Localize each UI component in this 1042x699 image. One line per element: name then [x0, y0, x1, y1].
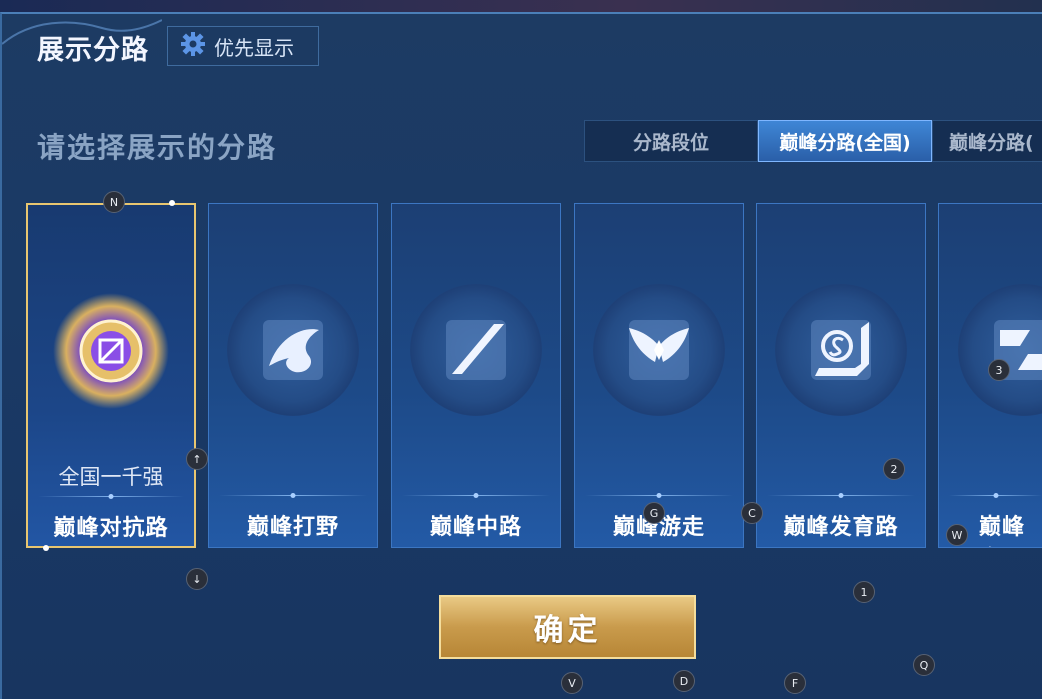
priority-display-button[interactable]: 优先显示	[167, 26, 319, 66]
hint-marker: ↓	[186, 568, 208, 590]
route-name: 巅峰打野	[246, 515, 339, 540]
gear-icon	[180, 31, 206, 61]
medal-emblem-icon	[45, 285, 177, 417]
route-card-farm-lane[interactable]: 巅峰发育路	[756, 203, 926, 548]
hint-marker: Q	[913, 654, 935, 676]
priority-display-label: 优先显示	[214, 35, 294, 60]
route-name: 巅峰中路	[429, 515, 522, 540]
route-card-mid-lane[interactable]: 巅峰中路	[391, 203, 561, 548]
tab-peak-route-other[interactable]: 巅峰分路(	[932, 120, 1042, 162]
slash-emblem-icon	[410, 284, 542, 416]
hint-marker: 3	[988, 359, 1010, 381]
card-divider	[767, 495, 915, 496]
route-name: 巅峰对抗路	[53, 516, 169, 541]
hint-marker: 1	[853, 581, 875, 603]
route-card-jungle[interactable]: 巅峰打野	[208, 203, 378, 548]
rank-label: 全国一千强	[58, 465, 164, 489]
hint-marker: W	[946, 524, 968, 546]
hint-marker: 2	[883, 458, 905, 480]
tab-route-rank[interactable]: 分路段位	[584, 120, 758, 162]
card-divider	[38, 496, 184, 497]
route-tabs: 分路段位 巅峰分路(全国) 巅峰分路(	[584, 120, 1042, 164]
card-divider	[402, 495, 550, 496]
card-divider	[949, 495, 1042, 496]
route-card-roam[interactable]: 巅峰游走	[574, 203, 744, 548]
selection-corner-dot	[169, 200, 175, 206]
section-subtitle: 请选择展示的分路	[37, 131, 278, 164]
shuriken-emblem-icon	[958, 284, 1042, 416]
card-divider	[585, 495, 733, 496]
card-divider	[219, 495, 367, 496]
route-card-top-lane[interactable]: 全国一千强 巅峰对抗路	[26, 203, 196, 548]
hint-marker: C	[741, 502, 763, 524]
route-name: 巅峰发育路	[783, 515, 899, 540]
confirm-button[interactable]: 确定	[439, 595, 696, 659]
page-title: 展示分路	[37, 35, 149, 66]
hint-marker: N	[103, 191, 125, 213]
hint-marker: ↑	[186, 448, 208, 470]
dragon-emblem-icon	[227, 284, 359, 416]
hint-marker: G	[643, 502, 665, 524]
selection-corner-dot	[43, 545, 49, 551]
wings-emblem-icon	[593, 284, 725, 416]
s-emblem-icon	[775, 284, 907, 416]
tab-peak-route-national[interactable]: 巅峰分路(全国)	[758, 120, 932, 162]
hint-marker: F	[784, 672, 806, 694]
hint-marker: V	[561, 672, 583, 694]
hint-marker: D	[673, 670, 695, 692]
